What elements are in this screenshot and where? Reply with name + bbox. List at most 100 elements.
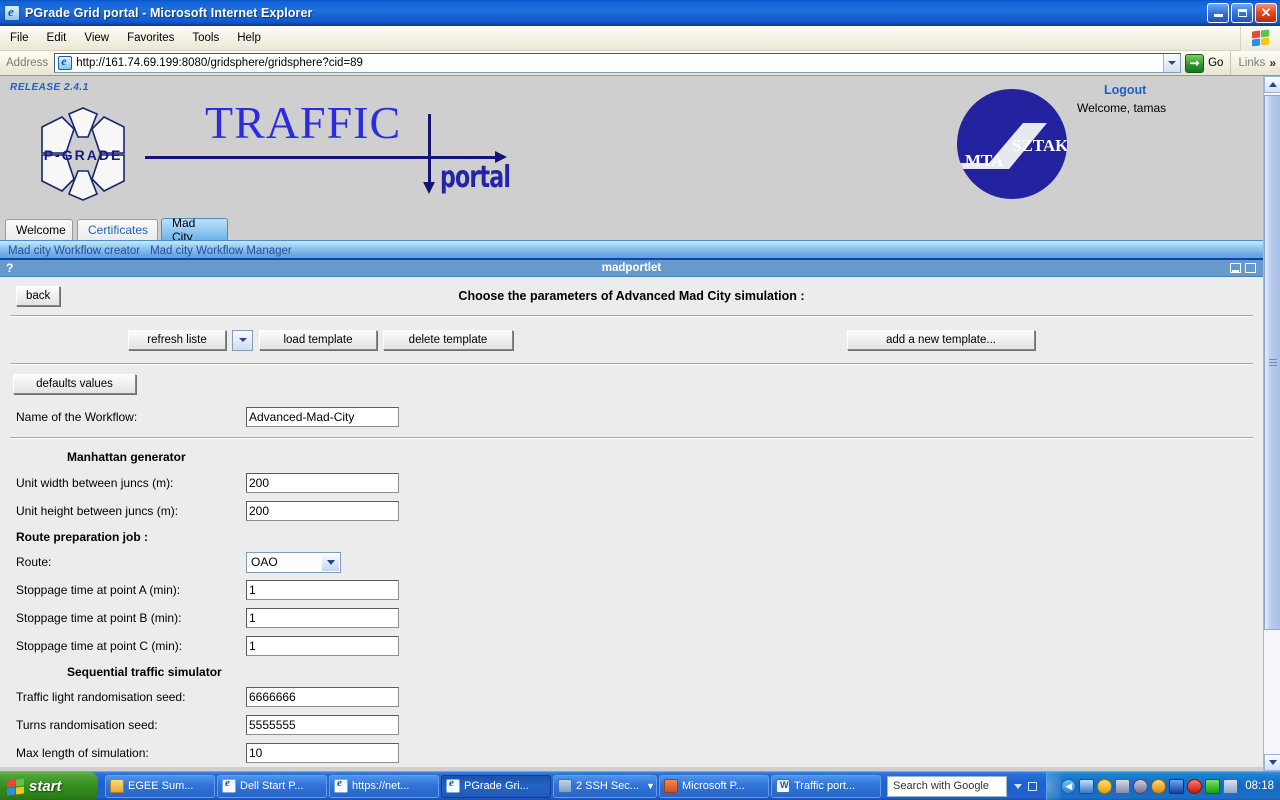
logout-link[interactable]: Logout — [1104, 83, 1146, 97]
ssh-group-icon — [558, 779, 572, 793]
tray-expand-icon[interactable]: ◀ — [1061, 778, 1077, 794]
refresh-liste-button[interactable]: refresh liste — [128, 330, 226, 350]
task-label: https://net... — [352, 780, 410, 792]
workflow-name-input[interactable]: Advanced-Mad-City — [246, 407, 399, 427]
update-icon[interactable] — [1151, 778, 1167, 794]
menu-file[interactable]: File — [2, 30, 37, 46]
simulation-parameters-form: Name of the Workflow: Advanced-Mad-City … — [0, 403, 1263, 767]
minimize-button[interactable] — [1207, 2, 1229, 23]
field-traffic-light-seed: Traffic light randomisation seed: 666666… — [0, 683, 1263, 711]
windows-logo-badge — [1240, 25, 1280, 51]
task-traffic-portal[interactable]: Traffic port... — [771, 774, 881, 798]
section-header-manhattan: Manhattan generator — [0, 445, 1263, 469]
turns-seed-input[interactable]: 5555555 — [246, 715, 399, 735]
traffic-light-seed-input[interactable]: 6666666 — [246, 687, 399, 707]
google-search-input[interactable]: Search with Google — [887, 775, 1007, 797]
scroll-down-button[interactable] — [1264, 754, 1280, 771]
delete-template-button[interactable]: delete template — [383, 330, 513, 350]
task-label: Dell Start P... — [240, 780, 304, 792]
task-https-net[interactable]: https://net... — [329, 774, 439, 798]
select-arrow-button[interactable] — [322, 553, 339, 571]
sub-navigation-bar: Mad city Workflow creator Mad city Workf… — [0, 240, 1263, 260]
windows-taskbar: start EGEE Sum... Dell Start P... https:… — [0, 771, 1280, 800]
go-button[interactable]: ➞ Go — [1181, 53, 1230, 73]
portlet-maximize-icon[interactable] — [1245, 263, 1256, 273]
display-icon[interactable] — [1223, 778, 1239, 794]
add-new-template-button[interactable]: add a new template... — [847, 330, 1035, 350]
route-select[interactable]: OAO — [246, 551, 341, 573]
task-label: Traffic port... — [794, 780, 856, 792]
chevron-down-icon[interactable] — [1014, 783, 1022, 789]
pgrade-logo: P-GRADE — [28, 99, 138, 209]
address-label: Address — [6, 57, 49, 69]
nav-workflow-manager[interactable]: Mad city Workflow Manager — [150, 245, 292, 257]
load-template-button[interactable]: load template — [259, 330, 377, 350]
links-bar[interactable]: Links » — [1230, 51, 1280, 75]
defaults-row: defaults values — [0, 365, 1263, 403]
stoppage-c-input[interactable]: 1 — [246, 636, 399, 656]
group-expand-icon[interactable]: ▼ — [643, 781, 656, 791]
portlet-window-controls — [1230, 263, 1263, 273]
unit-height-input[interactable]: 200 — [246, 501, 399, 521]
tab-certificates[interactable]: Certificates — [77, 219, 158, 240]
network-disconnected-icon[interactable] — [1115, 778, 1131, 794]
chevron-down-icon — [238, 338, 247, 342]
triangle-up-icon — [1268, 82, 1277, 87]
menu-edit[interactable]: Edit — [39, 30, 75, 46]
stoppage-b-input[interactable]: 1 — [246, 608, 399, 628]
field-workflow-name: Name of the Workflow: Advanced-Mad-City — [0, 403, 1263, 431]
close-button[interactable]: ✕ — [1255, 2, 1277, 23]
traffic-title: TRAFFIC — [205, 97, 402, 148]
tab-welcome[interactable]: Welcome — [5, 219, 73, 240]
sound-muted-icon[interactable] — [1133, 778, 1149, 794]
max-length-input[interactable]: 10 — [246, 743, 399, 763]
warning-icon[interactable] — [1097, 778, 1113, 794]
unit-width-input[interactable]: 200 — [246, 473, 399, 493]
template-select[interactable] — [232, 329, 253, 351]
taskbar-buttons: EGEE Sum... Dell Start P... https://net.… — [105, 774, 881, 798]
menu-bar: File Edit View Favorites Tools Help — [0, 25, 1280, 51]
antivirus-icon[interactable] — [1187, 778, 1203, 794]
address-dropdown-button[interactable] — [1163, 54, 1181, 72]
menu-help[interactable]: Help — [229, 30, 269, 46]
field-label: Route: — [16, 555, 52, 569]
task-label: EGEE Sum... — [128, 780, 194, 792]
section-header-sequential: Sequential traffic simulator — [0, 660, 1263, 683]
field-label: Max length of simulation: — [16, 746, 149, 760]
task-label: Microsoft P... — [682, 780, 745, 792]
scroll-up-button[interactable] — [1264, 76, 1280, 93]
menu-view[interactable]: View — [76, 30, 117, 46]
task-ssh-secure[interactable]: 2 SSH Sec... ▼ — [553, 774, 657, 798]
scrollbar-thumb[interactable] — [1264, 95, 1280, 630]
field-max-length: Max length of simulation: 10 — [0, 739, 1263, 767]
menu-favorites[interactable]: Favorites — [119, 30, 182, 46]
network-icon[interactable] — [1079, 778, 1095, 794]
tab-mad-city[interactable]: Mad City — [161, 216, 228, 244]
taskbar-clock[interactable]: 08:18 — [1245, 780, 1274, 792]
scrollbar-track[interactable] — [1264, 93, 1280, 754]
nav-workflow-creator[interactable]: Mad city Workflow creator — [8, 245, 140, 257]
section-title: Sequential traffic simulator — [67, 664, 222, 679]
portlet-name: madportlet — [601, 262, 662, 274]
traffic-portal-wordmark: TRAFFIC portal — [145, 98, 545, 208]
field-label: Stoppage time at point C (min): — [16, 639, 183, 653]
page-scrollbar[interactable] — [1263, 76, 1280, 771]
wireless-icon[interactable] — [1205, 778, 1221, 794]
defaults-values-button[interactable]: defaults values — [13, 374, 136, 394]
field-label: Unit height between juncs (m): — [16, 504, 179, 518]
task-egee[interactable]: EGEE Sum... — [105, 774, 215, 798]
task-label: 2 SSH Sec... — [576, 780, 639, 792]
battery-icon[interactable] — [1169, 778, 1185, 794]
field-stoppage-b: Stoppage time at point B (min): 1 — [0, 604, 1263, 632]
portlet-minimize-icon[interactable] — [1230, 263, 1241, 273]
maximize-button[interactable] — [1231, 2, 1253, 23]
address-input[interactable]: http://161.74.69.199:8080/gridsphere/gri… — [54, 53, 1182, 73]
task-dell-start[interactable]: Dell Start P... — [217, 774, 327, 798]
task-microsoft-ppt[interactable]: Microsoft P... — [659, 774, 769, 798]
menu-tools[interactable]: Tools — [184, 30, 227, 46]
address-url-text: http://161.74.69.199:8080/gridsphere/gri… — [76, 57, 363, 69]
start-button[interactable]: start — [0, 771, 98, 800]
task-pgrade-grid[interactable]: PGrade Gri... — [441, 774, 551, 798]
stoppage-a-input[interactable]: 1 — [246, 580, 399, 600]
toolbar-handle-icon[interactable] — [1028, 781, 1037, 791]
